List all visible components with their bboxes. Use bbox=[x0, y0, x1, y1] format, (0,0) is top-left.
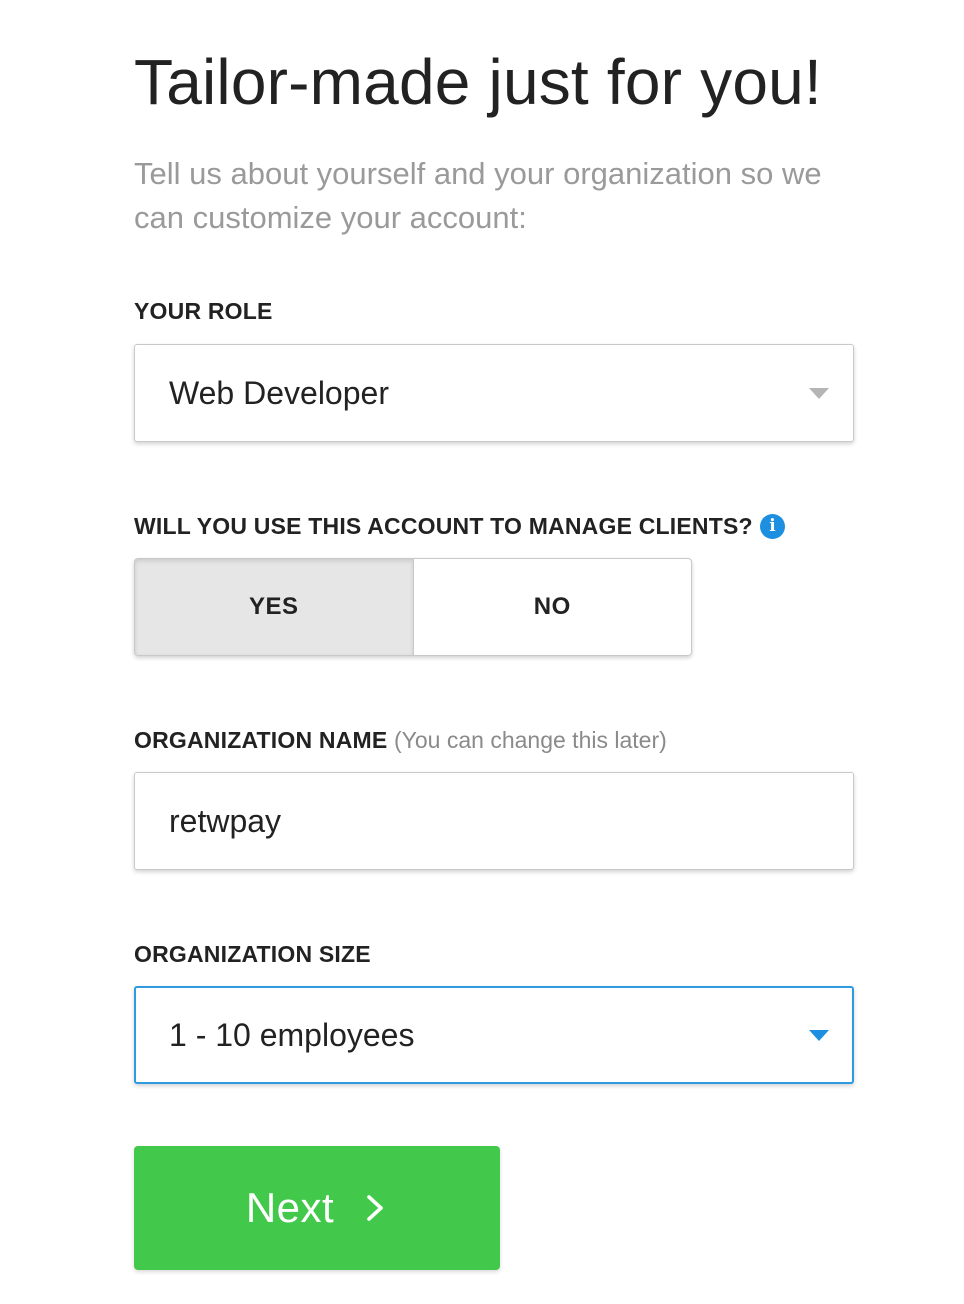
chevron-down-icon bbox=[809, 1030, 829, 1041]
org-name-label-text: ORGANIZATION NAME bbox=[134, 727, 388, 753]
no-option-button[interactable]: NO bbox=[413, 558, 692, 656]
org-size-label: ORGANIZATION SIZE bbox=[134, 941, 371, 967]
page-subtitle: Tell us about yourself and your organiza… bbox=[134, 156, 822, 235]
org-name-label: ORGANIZATION NAME (You can change this l… bbox=[134, 725, 667, 755]
chevron-down-icon bbox=[809, 388, 829, 399]
org-size-select[interactable]: 1 - 10 employees bbox=[134, 986, 854, 1084]
org-size-select-value: 1 - 10 employees bbox=[169, 1017, 415, 1053]
info-icon[interactable]: i bbox=[760, 514, 785, 539]
role-select-value: Web Developer bbox=[169, 375, 389, 411]
manage-clients-label: WILL YOU USE THIS ACCOUNT TO MANAGE CLIE… bbox=[134, 513, 753, 539]
yes-option-button[interactable]: YES bbox=[134, 558, 414, 656]
page-title: Tailor-made just for you! bbox=[134, 46, 822, 118]
role-select[interactable]: Web Developer bbox=[134, 344, 854, 442]
next-button[interactable]: Next bbox=[134, 1146, 500, 1270]
chevron-right-icon bbox=[367, 1195, 383, 1221]
org-name-hint: (You can change this later) bbox=[394, 727, 667, 753]
role-label: YOUR ROLE bbox=[134, 298, 273, 324]
org-name-input-value: retwpay bbox=[169, 803, 282, 839]
org-name-input[interactable]: retwpay bbox=[134, 772, 854, 870]
manage-clients-toggle: YES NO bbox=[134, 558, 692, 656]
next-button-label: Next bbox=[245, 1184, 335, 1231]
